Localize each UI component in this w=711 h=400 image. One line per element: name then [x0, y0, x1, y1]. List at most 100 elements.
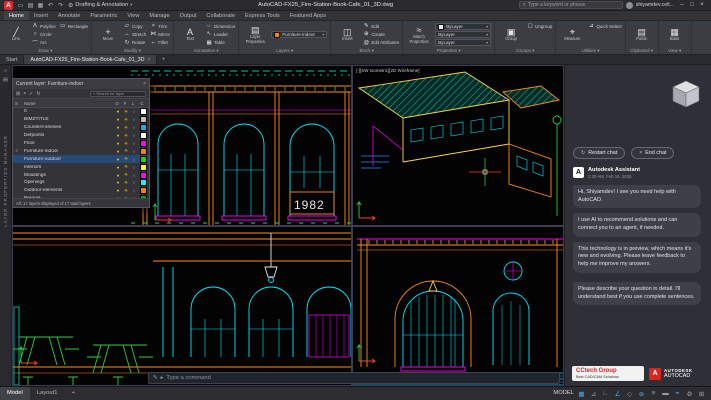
- viewport-top-right[interactable]: [-][SW Isometric][2D Wireframe]: [352, 65, 564, 226]
- tool-copy[interactable]: ▱Copy: [124, 22, 146, 30]
- panel-label-modify[interactable]: Modify ▾: [95, 47, 170, 54]
- tool-polyline[interactable]: ΛPolyline: [32, 22, 56, 30]
- tool-move[interactable]: +Move: [95, 22, 121, 47]
- panel-label-groups[interactable]: Groups ▾: [498, 47, 552, 54]
- minimize-icon[interactable]: –: [677, 2, 687, 8]
- save-file-icon[interactable]: ▦: [36, 2, 45, 9]
- layer-row[interactable]: Openings●☀○: [13, 179, 149, 187]
- signed-in-user[interactable]: shiyamdev.celt...: [636, 2, 674, 8]
- properties-combo-2[interactable]: ByLayer▾: [435, 39, 491, 46]
- tool-base[interactable]: ▦Base: [662, 22, 688, 47]
- tool-paste[interactable]: ▤Paste: [629, 22, 655, 47]
- ribbon-tab-parametric[interactable]: Parametric: [85, 11, 122, 20]
- status-clean-screen-icon[interactable]: ⊞: [697, 390, 706, 398]
- add-layout-button[interactable]: +: [64, 387, 81, 400]
- close-icon[interactable]: ×: [148, 57, 151, 63]
- layer-row[interactable]: 0●☀○: [13, 108, 149, 116]
- layer-on-icon[interactable]: ●: [114, 125, 122, 130]
- ribbon-tab-view[interactable]: View: [122, 11, 144, 20]
- tool-fillet[interactable]: ⌐Fillet: [150, 39, 170, 47]
- panel-label-block[interactable]: Block ▾: [334, 47, 399, 54]
- maximize-icon[interactable]: □: [687, 2, 697, 8]
- layer-freeze-icon[interactable]: ☀: [122, 141, 130, 147]
- tool-match-properties[interactable]: ≈Match Properties: [406, 22, 432, 47]
- customize-icon[interactable]: ✎: [153, 375, 158, 381]
- layer-freeze-icon[interactable]: ☀: [122, 180, 130, 186]
- properties-combo-1[interactable]: ByLayer▾: [435, 31, 491, 38]
- layer-on-icon[interactable]: ●: [114, 188, 122, 193]
- panel-label-properties[interactable]: Properties ▾: [406, 47, 491, 54]
- status-ortho-icon[interactable]: ∟: [601, 390, 610, 397]
- layer-lock-icon[interactable]: ○: [130, 133, 138, 138]
- ribbon-tab-featured-apps[interactable]: Featured Apps: [285, 11, 331, 20]
- status-snap-icon[interactable]: ⊿: [589, 390, 598, 398]
- tool-quick-select[interactable]: ⊿Quick Select: [588, 22, 621, 30]
- layer-lock-icon[interactable]: ○: [130, 157, 138, 162]
- tool-rotate[interactable]: ↻Rotate: [124, 39, 146, 47]
- layer-on-icon[interactable]: ●: [114, 149, 122, 154]
- new-drawing-button[interactable]: +: [157, 55, 169, 64]
- set-current-layer-icon[interactable]: ✓: [29, 91, 33, 97]
- layer-color-swatch[interactable]: [140, 132, 147, 139]
- layer-lock-icon[interactable]: ○: [130, 109, 138, 114]
- status-lineweight-icon[interactable]: ▬: [661, 390, 670, 397]
- open-file-icon[interactable]: ▤: [26, 2, 35, 9]
- tool-rectangle[interactable]: ▭Rectangle: [60, 22, 88, 30]
- tool-arc[interactable]: ⌒Arc: [32, 39, 56, 47]
- layer-on-icon[interactable]: ●: [114, 141, 122, 146]
- layer-lock-icon[interactable]: ○: [130, 188, 138, 193]
- file-tab-document[interactable]: AutoCAD-FX25_Fire-Station-Book-Cafe_01_3…: [24, 55, 157, 64]
- layer-lock-icon[interactable]: ○: [130, 141, 138, 146]
- layer-lock-icon[interactable]: ○: [130, 125, 138, 130]
- layer-color-swatch[interactable]: [140, 148, 147, 155]
- restart-chat-button[interactable]: ↻ Restart chat: [573, 147, 625, 159]
- layer-color-swatch[interactable]: [140, 164, 147, 171]
- status-osnap-icon[interactable]: ⊕: [637, 390, 646, 398]
- properties-combo-0[interactable]: ByLayer▾: [435, 23, 491, 30]
- layer-color-swatch[interactable]: [140, 116, 147, 123]
- status-polar-tracking-icon[interactable]: ∠: [613, 390, 622, 398]
- tool-text[interactable]: AText: [177, 22, 203, 47]
- redo-icon[interactable]: ↷: [56, 2, 65, 9]
- layer-lock-icon[interactable]: ○: [130, 165, 138, 170]
- search-box[interactable]: ⌕ Type a keyword or phrase: [519, 1, 623, 9]
- layer-row[interactable]: Defpoints●☀○: [13, 132, 149, 140]
- layer-on-icon[interactable]: ●: [114, 165, 122, 170]
- layer-on-icon[interactable]: ●: [114, 117, 122, 122]
- layer-color-swatch[interactable]: [140, 108, 147, 115]
- status-settings-icon[interactable]: ⚙: [685, 390, 694, 398]
- new-file-icon[interactable]: ▭: [16, 2, 25, 9]
- layer-row[interactable]: Outdoor-elements●☀○: [13, 187, 149, 195]
- user-avatar[interactable]: [626, 2, 633, 9]
- layer-on-icon[interactable]: ●: [114, 157, 122, 162]
- tool-stretch[interactable]: ↔Stretch: [124, 30, 146, 38]
- autocad-logo-icon[interactable]: A: [4, 1, 13, 10]
- panel-label-annotation[interactable]: Annotation ▾: [177, 47, 235, 54]
- layer-color-swatch[interactable]: [140, 124, 147, 131]
- status-otrack-icon[interactable]: ≡: [649, 390, 658, 397]
- panel-label-draw[interactable]: Draw ▾: [3, 47, 88, 54]
- layer-on-icon[interactable]: ●: [114, 180, 122, 185]
- model-space-indicator[interactable]: MODEL: [553, 387, 574, 400]
- layer-freeze-icon[interactable]: ☀: [122, 188, 130, 194]
- viewport-controls-label[interactable]: [-][SW Isometric][2D Wireframe]: [356, 68, 420, 73]
- tool-layer-properties[interactable]: ▤Layer Properties: [242, 22, 268, 47]
- layer-color-swatch[interactable]: [140, 187, 147, 194]
- layer-row[interactable]: Interiors●☀○: [13, 163, 149, 171]
- delete-layer-icon[interactable]: ×: [23, 91, 26, 97]
- layer-freeze-icon[interactable]: ☀: [122, 148, 130, 154]
- command-line[interactable]: ✎ ▸ Type a command: [148, 372, 560, 384]
- ribbon-tab-insert[interactable]: Insert: [29, 11, 53, 20]
- tool-trim[interactable]: ×Trim: [150, 22, 170, 30]
- panel-label-clipboard[interactable]: Clipboard ▾: [629, 47, 655, 54]
- tool-ungroup[interactable]: ▢Ungroup: [527, 22, 552, 30]
- viewport-bottom-left[interactable]: [12, 226, 352, 386]
- layer-color-swatch[interactable]: [140, 179, 147, 186]
- layer-on-icon[interactable]: ●: [114, 133, 122, 138]
- end-chat-button[interactable]: × End chat: [631, 147, 674, 159]
- close-icon[interactable]: ×: [697, 2, 707, 8]
- layer-lock-icon[interactable]: ○: [130, 180, 138, 185]
- layers-combo-0[interactable]: Furniture-indoor▾: [271, 31, 327, 38]
- auto-hide-icon[interactable]: «: [0, 68, 11, 74]
- tool-line[interactable]: ╱Line: [3, 22, 29, 47]
